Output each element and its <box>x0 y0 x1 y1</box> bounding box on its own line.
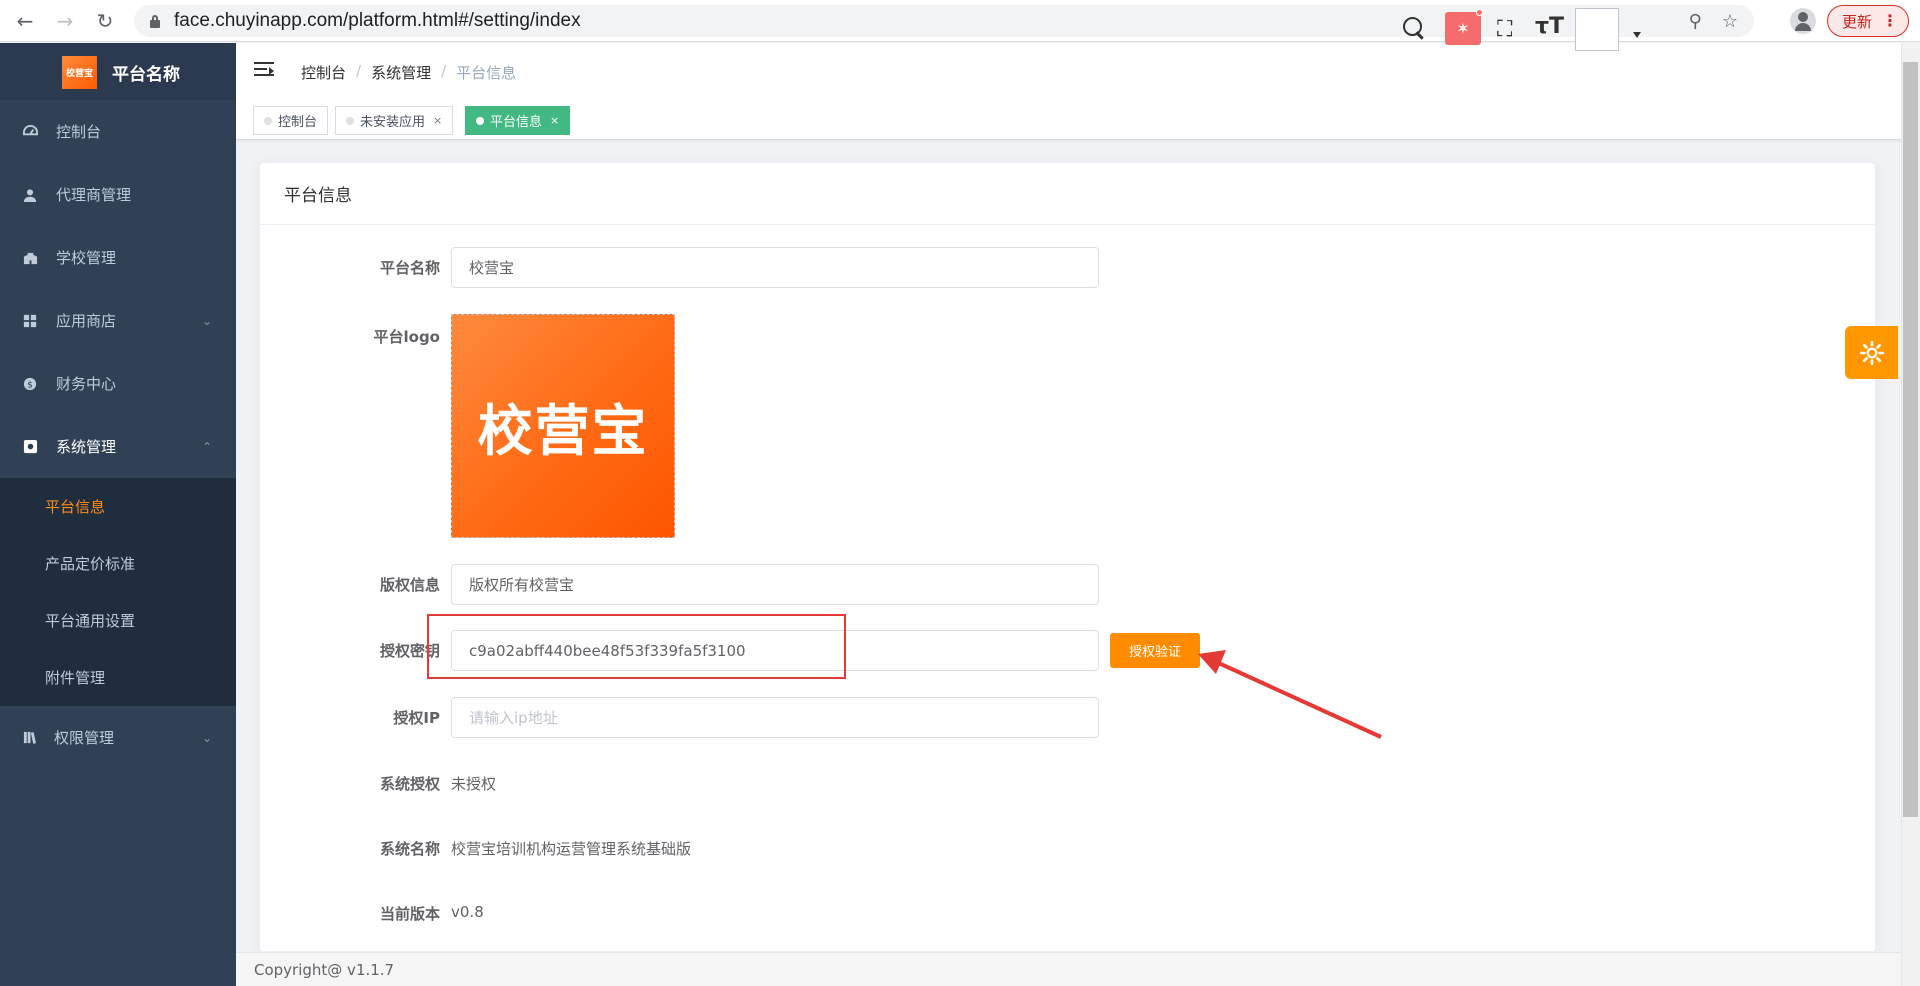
update-label: 更新 <box>1842 12 1873 31</box>
lock-icon <box>148 14 162 28</box>
form-label: 系统名称 <box>379 840 440 858</box>
auth-ip-input[interactable]: 请输入ip地址 <box>451 697 1099 738</box>
tag-uninstalled-apps[interactable]: 未安装应用 × <box>335 106 454 135</box>
user-icon <box>22 187 38 203</box>
url-text[interactable]: face.chuyinapp.com/platform.html#/settin… <box>174 10 581 32</box>
bug-icon[interactable]: ✶ <box>1445 12 1481 45</box>
money-icon: $ <box>22 376 38 392</box>
brand-area: 校营宝 平台名称 <box>0 43 236 100</box>
sidebar-item-label: 应用商店 <box>56 312 117 330</box>
brand-logo: 校营宝 <box>62 56 97 89</box>
footer: Copyright@ v1.1.7 <box>236 952 1901 986</box>
school-icon <box>22 250 38 266</box>
close-icon[interactable]: × <box>433 114 442 127</box>
bookmark-star-icon[interactable]: ☆ <box>1722 11 1738 32</box>
tag-label: 未安装应用 <box>360 115 426 130</box>
sidebar-item-label: 权限管理 <box>54 729 115 747</box>
logo-text: 校营宝 <box>477 399 649 463</box>
sidebar-item-permissions[interactable]: 权限管理 ⌄ <box>0 706 236 769</box>
profile-avatar-icon[interactable] <box>1790 8 1816 34</box>
top-header: 控制台 / 系统管理 / 平台信息 <box>236 43 1920 100</box>
breadcrumb-item[interactable]: 控制台 <box>301 62 346 83</box>
settings-box-icon <box>22 439 38 455</box>
sidebar-item-label: 财务中心 <box>56 375 117 393</box>
chevron-up-icon: ⌃ <box>201 439 212 454</box>
breadcrumb-current: 平台信息 <box>456 64 517 82</box>
brand-title: 平台名称 <box>112 65 180 85</box>
version-value: v0.8 <box>451 903 484 921</box>
page-scrollbar-thumb[interactable] <box>1903 62 1918 817</box>
forward-arrow-icon[interactable]: → <box>50 6 80 36</box>
font-size-icon[interactable]: τT <box>1535 14 1564 39</box>
sidebar-item-schools[interactable]: 学校管理 <box>0 226 236 289</box>
form-label: 授权密钥 <box>379 642 440 660</box>
browser-update-button[interactable]: 更新 ⋮ <box>1827 5 1909 37</box>
system-name-value: 校营宝培训机构运营管理系统基础版 <box>451 840 692 858</box>
submenu-item-attachments[interactable]: 附件管理 <box>0 649 236 706</box>
more-vertical-icon[interactable]: ⋮ <box>1882 13 1898 29</box>
reload-icon[interactable]: ↻ <box>90 6 120 36</box>
tag-label: 控制台 <box>278 115 318 130</box>
fullscreen-icon[interactable]: ⛶ <box>1497 17 1512 42</box>
submenu-item-platform-info[interactable]: 平台信息 <box>0 478 236 535</box>
breadcrumb-item[interactable]: 系统管理 <box>371 62 431 83</box>
sidebar-item-finance[interactable]: $ 财务中心 <box>0 352 236 415</box>
chevron-down-icon: ⌄ <box>201 730 212 745</box>
submenu-item-pricing[interactable]: 产品定价标准 <box>0 535 236 592</box>
sidebar-item-label: 代理商管理 <box>56 186 132 204</box>
zoom-icon[interactable]: ⚲ <box>1689 11 1702 32</box>
book-icon <box>22 730 38 746</box>
form-label: 平台名称 <box>379 259 440 277</box>
menu-toggle-icon[interactable] <box>254 62 274 80</box>
system-auth-value: 未授权 <box>451 775 497 793</box>
form-label: 平台logo <box>373 328 441 346</box>
sidebar-item-label: 系统管理 <box>56 438 117 456</box>
breadcrumb: 控制台 / 系统管理 / 平台信息 <box>301 62 517 83</box>
tag-platform-info[interactable]: 平台信息 × <box>465 106 571 135</box>
system-submenu: 平台信息 产品定价标准 平台通用设置 附件管理 <box>0 478 236 706</box>
notification-dot <box>1476 9 1483 16</box>
sidebar-item-label: 控制台 <box>56 123 102 141</box>
form-label: 当前版本 <box>379 905 440 923</box>
sidebar-item-appstore[interactable]: 应用商店 ⌄ <box>0 289 236 352</box>
svg-text:$: $ <box>27 380 33 390</box>
sidebar-item-label: 学校管理 <box>56 249 117 267</box>
submenu-item-general-settings[interactable]: 平台通用设置 <box>0 592 236 649</box>
logo-upload[interactable]: 校营宝 <box>451 314 675 538</box>
annotation-highlight-box <box>427 614 846 679</box>
verify-auth-button[interactable]: 授权验证 <box>1110 633 1200 668</box>
close-icon[interactable]: × <box>550 114 559 127</box>
sidebar-item-system[interactable]: 系统管理 ⌃ <box>0 415 236 478</box>
search-icon[interactable] <box>1402 16 1426 40</box>
gear-icon <box>1859 340 1884 365</box>
sidebar-item-dashboard[interactable]: 控制台 <box>0 100 236 163</box>
copyright-input[interactable]: 版权所有校营宝 <box>451 564 1099 605</box>
dashboard-icon <box>22 124 38 140</box>
form-label: 版权信息 <box>379 576 440 594</box>
windows-icon <box>22 313 38 329</box>
platform-info-card: 平台信息 平台名称 校营宝 平台logo 校营宝 版权信息 版权所有校营宝 授权… <box>259 162 1876 952</box>
form-label: 授权IP <box>393 709 440 727</box>
sidebar: 校营宝 平台名称 控制台 代理商管理 学校管理 应用商店 ⌄ $ 财务中心 系统… <box>0 43 236 986</box>
avatar[interactable] <box>1575 8 1619 51</box>
card-title: 平台信息 <box>260 163 1875 225</box>
settings-panel-toggle[interactable] <box>1845 326 1898 379</box>
caret-down-icon[interactable] <box>1633 32 1641 38</box>
sidebar-item-agents[interactable]: 代理商管理 <box>0 163 236 226</box>
tag-label: 平台信息 <box>490 115 543 130</box>
tags-view: 控制台 未安装应用 × 平台信息 × <box>236 100 1920 140</box>
form-label: 系统授权 <box>379 775 440 793</box>
tag-dashboard[interactable]: 控制台 <box>253 106 329 135</box>
platform-name-input[interactable]: 校营宝 <box>451 247 1099 288</box>
back-arrow-icon[interactable]: ← <box>10 6 40 36</box>
browser-toolbar: ← → ↻ face.chuyinapp.com/platform.html#/… <box>0 0 1920 42</box>
chevron-down-icon: ⌄ <box>201 313 212 328</box>
